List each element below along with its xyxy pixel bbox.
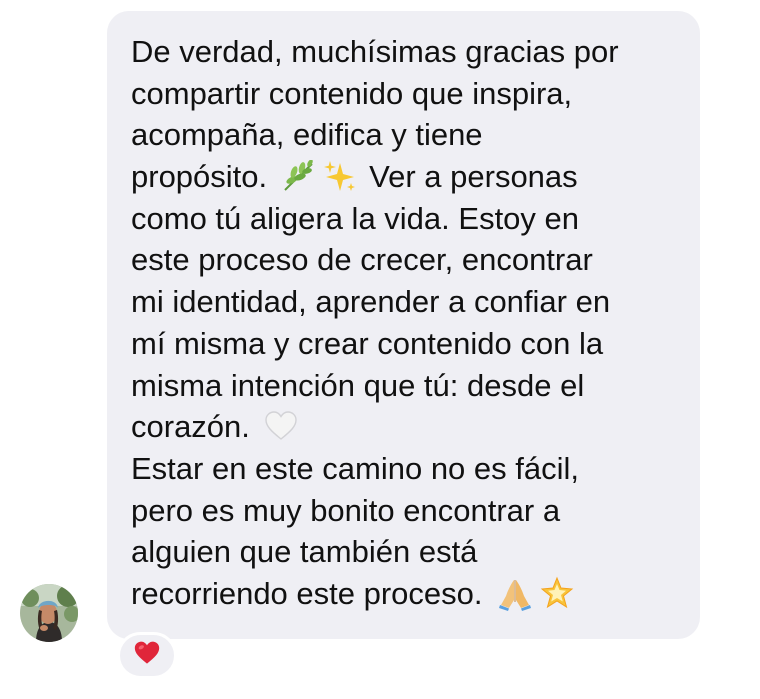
message-text: Ver a personas (369, 159, 578, 195)
message-line: Estar en este camino no es fácil, (131, 450, 580, 486)
message-line: pero es muy bonito encontrar a (131, 492, 561, 528)
message-line: mí misma y crear contenido con la (131, 325, 604, 361)
message-line: como tú aligera la vida. Estoy en (131, 200, 580, 236)
message-line-with-emoji: propósito. Ver a personas (131, 156, 678, 198)
reaction-badge[interactable] (117, 632, 177, 679)
red-heart-icon (133, 640, 161, 671)
message-line-with-emoji: recorriendo este proceso. (131, 573, 678, 615)
herb-icon (281, 159, 317, 192)
message-text: propósito. (131, 159, 268, 195)
glowing-star-icon (539, 575, 575, 611)
message-bubble[interactable]: De verdad, muchísimas gracias por compar… (107, 11, 700, 639)
message-line-with-emoji: corazón. (131, 406, 678, 448)
message-line: mi identidad, aprender a confiar en (131, 284, 611, 320)
message-line: alguien que también está (131, 534, 478, 570)
chat-area: De verdad, muchísimas gracias por compar… (0, 0, 760, 699)
message-line: compartir contenido que inspira, (131, 75, 573, 111)
message-line: este proceso de crecer, encontrar (131, 242, 593, 278)
white-heart-icon (264, 410, 298, 442)
message-line: De verdad, muchísimas gracias por (131, 34, 619, 69)
sparkles-icon (323, 159, 357, 193)
message-line: misma intención que tú: desde el (131, 367, 585, 403)
message-text: recorriendo este proceso. (131, 575, 483, 611)
message-line: acompaña, edifica y tiene (131, 117, 483, 153)
message-text: corazón. (131, 409, 250, 445)
folded-hands-icon (497, 575, 533, 611)
avatar[interactable] (20, 584, 78, 642)
